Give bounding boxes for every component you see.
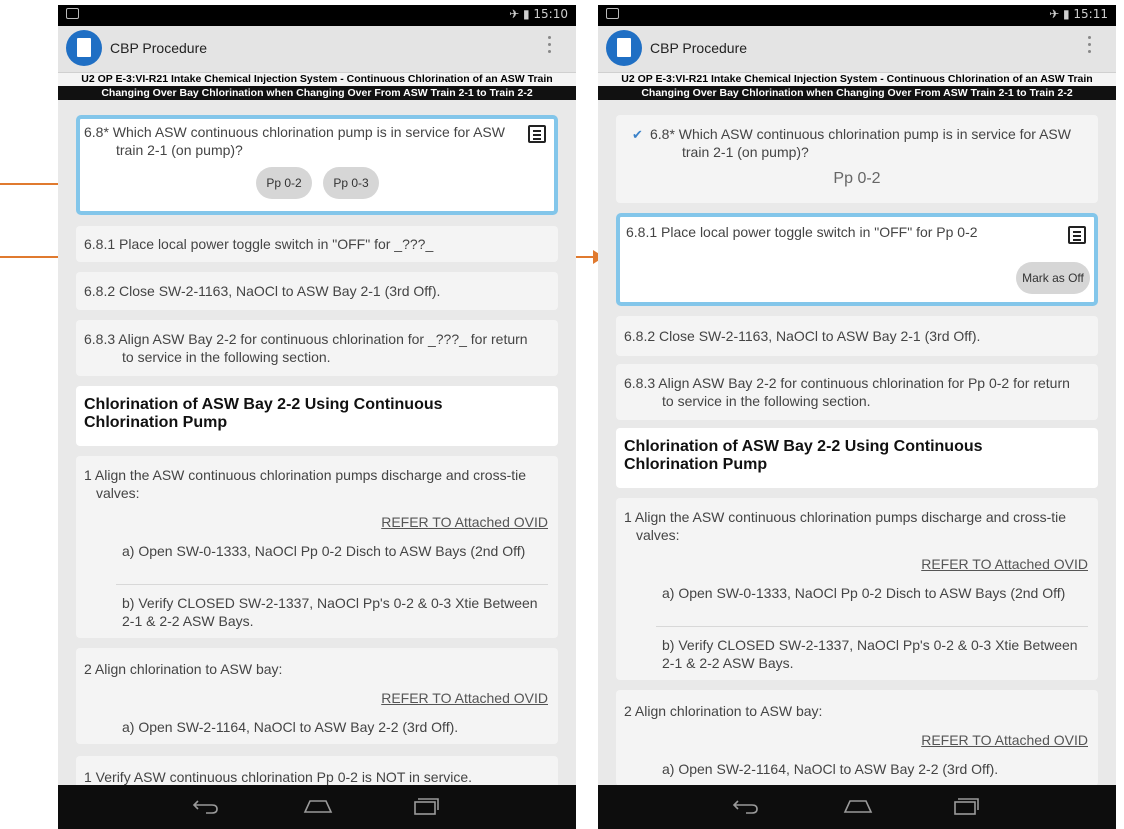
navigation-bar xyxy=(598,785,1116,829)
step-text: 2 Align chlorination to ASW bay: xyxy=(84,661,283,677)
procedure-title: U2 OP E-3:VI-R21 Intake Chemical Injecti… xyxy=(58,73,576,86)
step-text: 6.8.3 Align ASW Bay 2-2 for continuous c… xyxy=(624,375,1070,409)
step-card-6-8-3[interactable]: 6.8.3 Align ASW Bay 2-2 for continuous c… xyxy=(616,364,1098,420)
option-pp-0-3-button[interactable]: Pp 0-3 xyxy=(323,167,379,199)
step-card-6-8-3[interactable]: 6.8.3 Align ASW Bay 2-2 for continuous c… xyxy=(76,320,558,376)
step-text: 6.8.3 Align ASW Bay 2-2 for continuous c… xyxy=(84,331,528,365)
step-card-verify[interactable]: 1 Verify ASW continuous chlorination Pp … xyxy=(76,756,558,785)
step-text: 1 Align the ASW continuous chlorination … xyxy=(624,509,1067,543)
section-heading: Chlorination of ASW Bay 2-2 Using Contin… xyxy=(84,396,443,431)
step-card-6-8-2[interactable]: 6.8.2 Close SW-2-1163, NaOCl to ASW Bay … xyxy=(76,272,558,310)
step-card-2[interactable]: 2 Align chlorination to ASW bay: REFER T… xyxy=(616,690,1098,785)
action-bar: CBP Procedure xyxy=(598,26,1116,73)
step-text: 6.8.1 Place local power toggle switch in… xyxy=(626,224,978,240)
home-icon[interactable] xyxy=(303,799,333,813)
divider xyxy=(116,584,548,585)
recent-apps-icon[interactable] xyxy=(413,797,439,815)
notification-icon xyxy=(606,8,619,19)
status-bar: ✈ ▮ 15:11 xyxy=(598,5,1116,26)
step-card-2[interactable]: 2 Align chlorination to ASW bay: REFER T… xyxy=(76,648,558,744)
procedure-list[interactable]: 6.8* Which ASW continuous chlorination p… xyxy=(58,100,576,785)
clock: 15:10 xyxy=(533,7,568,21)
back-icon[interactable] xyxy=(192,797,220,815)
refer-ovid-link[interactable]: REFER TO Attached OVID xyxy=(381,514,548,530)
substep-a[interactable]: a) Open SW-2-1164, NaOCl to ASW Bay 2-2 … xyxy=(122,718,546,736)
step-text: 6.8* Which ASW continuous chlorination p… xyxy=(650,126,1071,160)
refer-ovid-link[interactable]: REFER TO Attached OVID xyxy=(921,556,1088,572)
refer-ovid-link[interactable]: REFER TO Attached OVID xyxy=(381,690,548,706)
step-card-6-8-1[interactable]: 6.8.1 Place local power toggle switch in… xyxy=(76,226,558,262)
step-text: 1 Verify ASW continuous chlorination Pp … xyxy=(84,769,473,785)
phone-screen-after: ✈ ▮ 15:11 CBP Procedure U2 OP E-3:VI-R21… xyxy=(598,5,1116,829)
selected-answer: Pp 0-2 xyxy=(833,170,881,187)
substep-a[interactable]: a) Open SW-0-1333, NaOCl Pp 0-2 Disch to… xyxy=(122,542,546,560)
substep-a[interactable]: a) Open SW-2-1164, NaOCl to ASW Bay 2-2 … xyxy=(662,760,1086,778)
note-icon[interactable] xyxy=(528,125,546,143)
navigation-bar xyxy=(58,785,576,829)
notification-icon xyxy=(66,8,79,19)
app-title: CBP Procedure xyxy=(110,40,208,56)
app-icon[interactable] xyxy=(66,30,102,66)
step-card-6-8-1[interactable]: 6.8.1 Place local power toggle switch in… xyxy=(616,213,1098,306)
status-bar: ✈ ▮ 15:10 xyxy=(58,5,576,26)
step-text: 6.8* Which ASW continuous chlorination p… xyxy=(84,124,505,158)
section-heading: Chlorination of ASW Bay 2-2 Using Contin… xyxy=(624,438,983,473)
substep-a[interactable]: a) Open SW-0-1333, NaOCl Pp 0-2 Disch to… xyxy=(662,584,1086,602)
status-icons: ✈ ▮ 15:11 xyxy=(1049,7,1108,21)
app-icon[interactable] xyxy=(606,30,642,66)
note-icon[interactable] xyxy=(1068,226,1086,244)
step-text: 1 Align the ASW continuous chlorination … xyxy=(84,467,527,501)
back-icon[interactable] xyxy=(732,797,760,815)
app-title: CBP Procedure xyxy=(650,40,748,56)
home-icon[interactable] xyxy=(843,799,873,813)
section-card: Chlorination of ASW Bay 2-2 Using Contin… xyxy=(616,428,1098,488)
step-text: 6.8.1 Place local power toggle switch in… xyxy=(84,236,434,252)
step-card-6-8-2[interactable]: 6.8.2 Close SW-2-1163, NaOCl to ASW Bay … xyxy=(616,316,1098,356)
divider xyxy=(656,626,1088,627)
substep-b[interactable]: b) Verify CLOSED SW-2-1337, NaOCl Pp's 0… xyxy=(122,594,546,630)
procedure-subtitle: Changing Over Bay Chlorination when Chan… xyxy=(598,86,1116,100)
mark-as-off-button[interactable]: Mark as Off xyxy=(1016,262,1090,294)
overflow-menu-icon[interactable] xyxy=(548,36,552,58)
check-icon: ✔ xyxy=(632,127,643,142)
recent-apps-icon[interactable] xyxy=(953,797,979,815)
status-icons: ✈ ▮ 15:10 xyxy=(509,7,568,21)
substep-b[interactable]: b) Verify CLOSED SW-2-1337, NaOCl Pp's 0… xyxy=(662,636,1086,672)
action-bar: CBP Procedure xyxy=(58,26,576,73)
refer-ovid-link[interactable]: REFER TO Attached OVID xyxy=(921,732,1088,748)
option-pp-0-2-button[interactable]: Pp 0-2 xyxy=(256,167,312,199)
overflow-menu-icon[interactable] xyxy=(1088,36,1092,58)
clock: 15:11 xyxy=(1073,7,1108,21)
step-text: 6.8.2 Close SW-2-1163, NaOCl to ASW Bay … xyxy=(84,283,441,299)
procedure-list[interactable]: ✔ 6.8* Which ASW continuous chlorination… xyxy=(598,100,1116,785)
procedure-title: U2 OP E-3:VI-R21 Intake Chemical Injecti… xyxy=(598,73,1116,86)
step-card-6-8-completed[interactable]: ✔ 6.8* Which ASW continuous chlorination… xyxy=(616,115,1098,203)
step-text: 6.8.2 Close SW-2-1163, NaOCl to ASW Bay … xyxy=(624,328,981,344)
phone-screen-before: ✈ ▮ 15:10 CBP Procedure U2 OP E-3:VI-R21… xyxy=(58,5,576,829)
step-card-6-8[interactable]: 6.8* Which ASW continuous chlorination p… xyxy=(76,115,558,215)
procedure-subtitle: Changing Over Bay Chlorination when Chan… xyxy=(58,86,576,100)
step-text: 2 Align chlorination to ASW bay: xyxy=(624,703,823,719)
section-card: Chlorination of ASW Bay 2-2 Using Contin… xyxy=(76,386,558,446)
step-card-1[interactable]: 1 Align the ASW continuous chlorination … xyxy=(76,456,558,638)
step-card-1[interactable]: 1 Align the ASW continuous chlorination … xyxy=(616,498,1098,680)
